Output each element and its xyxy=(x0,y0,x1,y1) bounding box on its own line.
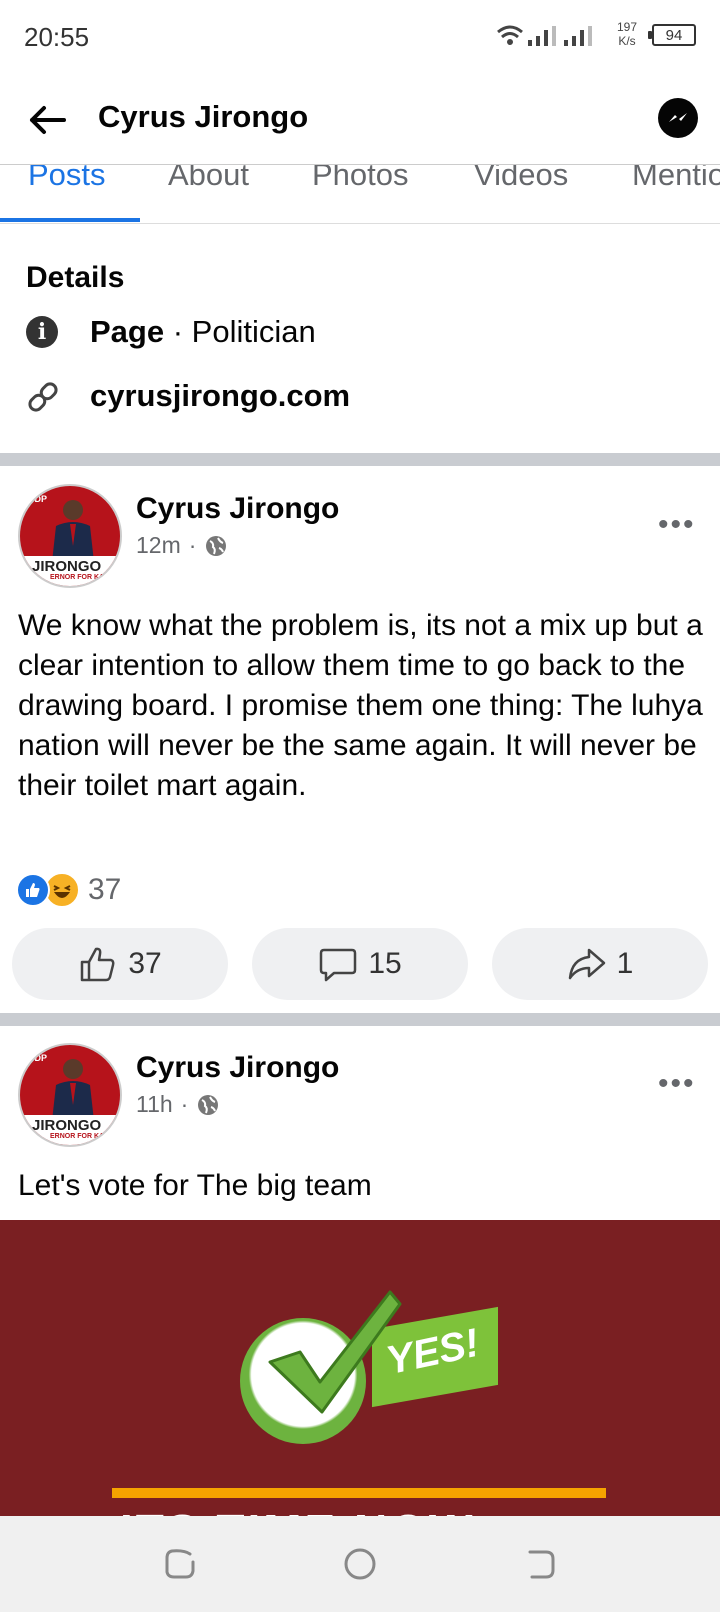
tab-mentions[interactable]: Mentio xyxy=(632,165,720,193)
back-nav-icon[interactable] xyxy=(522,1546,558,1582)
back-arrow-icon[interactable] xyxy=(24,96,72,144)
comment-button[interactable]: 15 xyxy=(252,928,468,1000)
tab-posts[interactable]: Posts xyxy=(28,165,106,193)
status-time: 20:55 xyxy=(24,22,90,52)
page-category: Page · Politician xyxy=(90,314,316,349)
tab-photos[interactable]: Photos xyxy=(312,165,409,193)
details-heading: Details xyxy=(26,261,125,294)
share-icon xyxy=(568,948,605,980)
thumbs-up-icon xyxy=(81,947,115,982)
active-tab-indicator xyxy=(0,218,140,222)
page-title: Cyrus Jirongo xyxy=(98,99,309,134)
post-text: We know what the problem is, its not a m… xyxy=(18,609,703,802)
messenger-icon[interactable] xyxy=(658,98,698,138)
post-author[interactable]: Cyrus Jirongo xyxy=(136,492,339,526)
post-time[interactable]: 12m xyxy=(136,532,181,559)
comment-icon xyxy=(320,948,357,982)
checkmark-icon xyxy=(268,1290,402,1414)
recent-apps-icon[interactable] xyxy=(162,1546,198,1582)
tab-videos[interactable]: Videos xyxy=(474,165,568,193)
avatar[interactable]: UDP JIRONGO ERNOR FOR KAKA xyxy=(18,1043,122,1147)
website-link[interactable]: cyrusjirongo.com xyxy=(90,378,350,414)
globe-icon xyxy=(206,535,227,556)
more-options-icon[interactable]: ••• xyxy=(658,508,696,542)
post-meta: 11h · xyxy=(136,1091,220,1118)
image-accent-line xyxy=(112,1488,606,1498)
post-divider xyxy=(0,1013,720,1026)
post-meta: 12m · xyxy=(136,532,228,559)
post-author[interactable]: Cyrus Jirongo xyxy=(136,1051,339,1085)
image-bottom-text: ITS TIME NOW xyxy=(120,1504,475,1516)
info-icon: i xyxy=(26,316,58,348)
avatar[interactable]: UDP JIRONGO ERNOR FOR KAKA xyxy=(18,484,122,588)
post-text: Let's vote for The big team xyxy=(18,1169,372,1202)
more-options-icon[interactable]: ••• xyxy=(658,1067,696,1101)
tab-bar: Posts About Photos Videos Mentio xyxy=(0,164,720,224)
battery-icon: 94 xyxy=(648,24,696,46)
reaction-summary[interactable]: 37 xyxy=(16,872,121,908)
like-button[interactable]: 37 xyxy=(12,928,228,1000)
tab-about[interactable]: About xyxy=(168,165,249,193)
reaction-count: 37 xyxy=(88,873,122,906)
share-button[interactable]: 1 xyxy=(492,928,708,1000)
signal-icon xyxy=(497,25,592,46)
like-reaction-icon xyxy=(16,873,50,907)
link-icon xyxy=(28,382,58,412)
section-divider xyxy=(0,453,720,466)
net-speed: 197 K/s xyxy=(617,20,638,48)
home-icon[interactable] xyxy=(342,1546,378,1582)
globe-icon xyxy=(198,1094,219,1115)
post-time[interactable]: 11h xyxy=(136,1091,173,1118)
